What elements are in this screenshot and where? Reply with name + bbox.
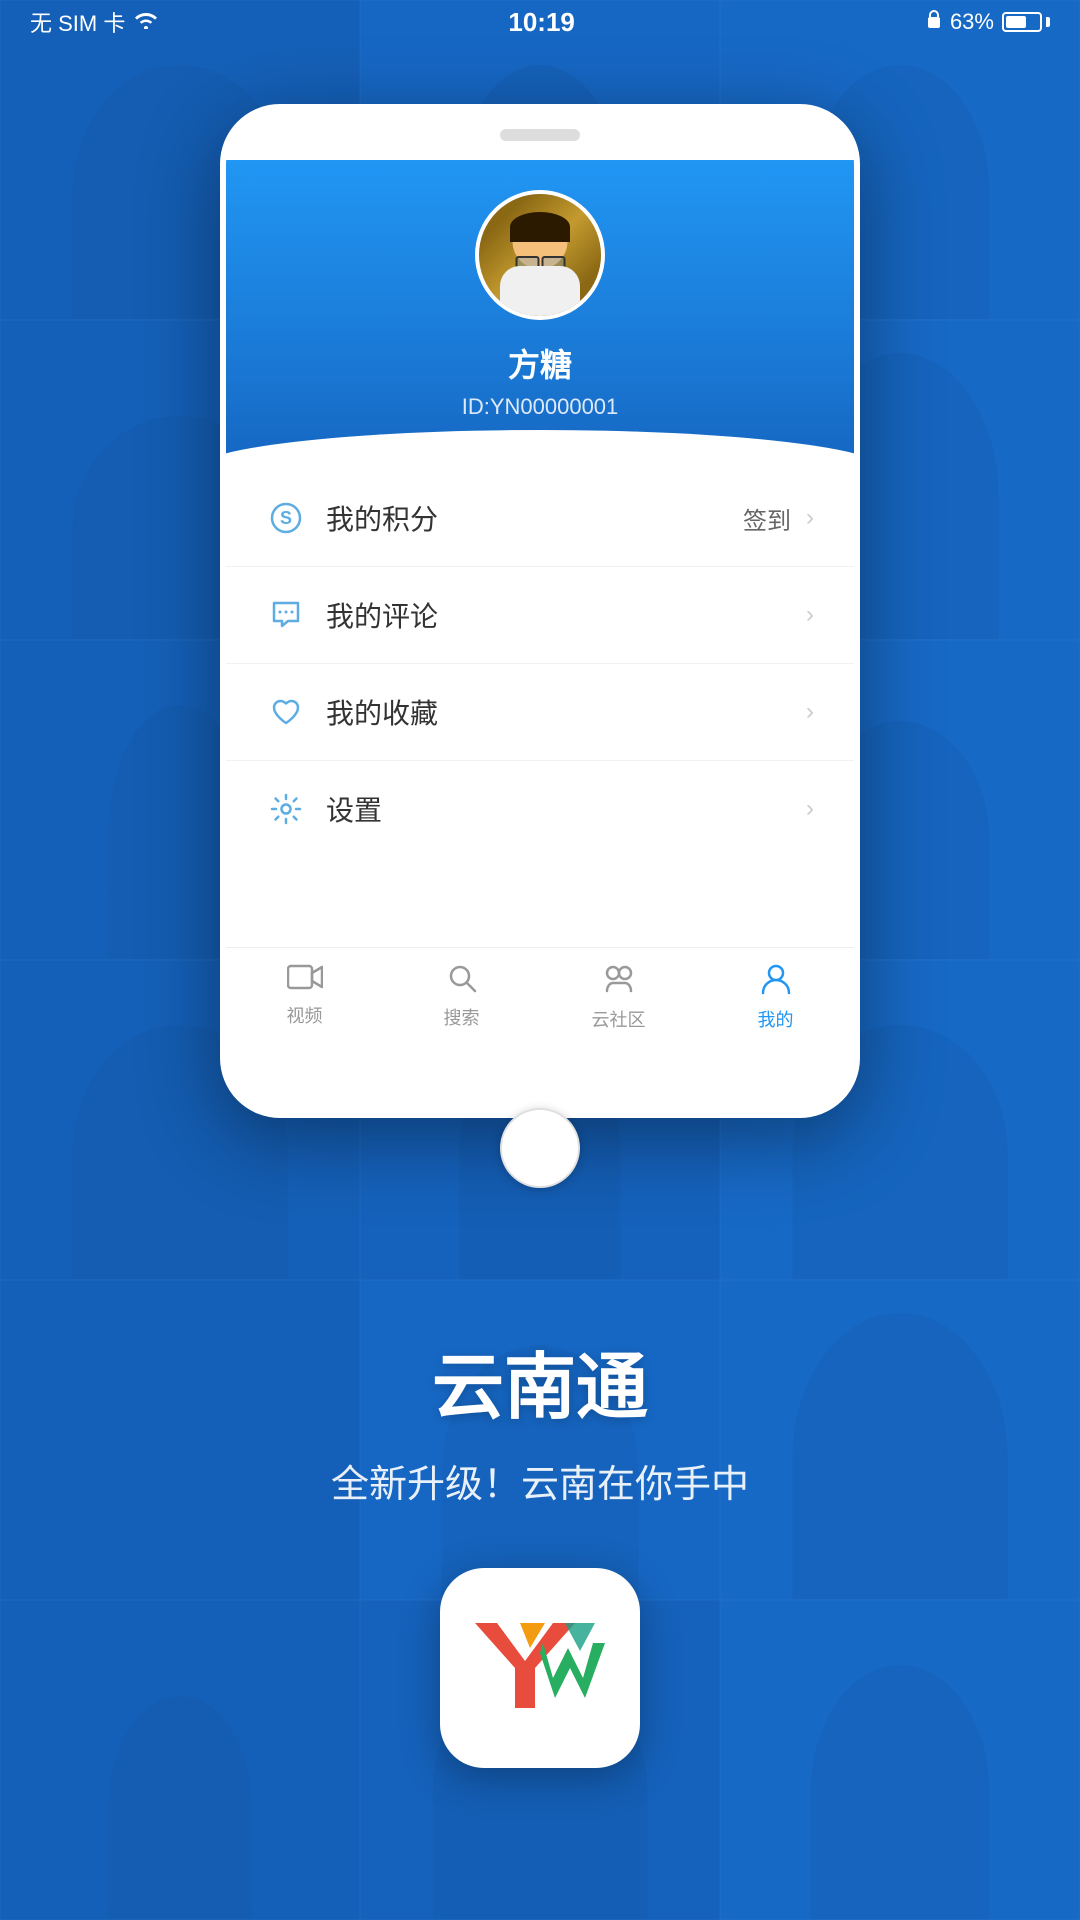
battery-percent: 63% — [950, 9, 994, 35]
comments-right: › — [806, 601, 814, 629]
community-icon — [603, 963, 635, 1000]
status-right: 63% — [926, 9, 1050, 35]
comments-label: 我的评论 — [326, 595, 806, 635]
profile-header: 方糖 ID:YN00000001 — [226, 160, 854, 470]
menu-item-settings[interactable]: 设置 › — [226, 761, 854, 857]
avatar-hair — [510, 212, 570, 242]
comments-chevron: › — [806, 601, 814, 629]
phone-bottom-bar — [226, 1052, 854, 1112]
app-icon — [440, 1568, 640, 1768]
favorites-chevron: › — [806, 698, 814, 726]
app-subtitle: 全新升级！云南在你手中 — [331, 1453, 749, 1508]
mine-label: 我的 — [758, 1006, 794, 1032]
search-label: 搜索 — [444, 1004, 480, 1030]
settings-label: 设置 — [326, 789, 806, 829]
search-icon — [447, 963, 477, 998]
svg-text:S: S — [280, 508, 292, 528]
app-title: 云南通 — [432, 1328, 648, 1433]
favorites-icon — [266, 692, 306, 732]
app-promo: 云南通 全新升级！云南在你手中 — [331, 1208, 749, 1768]
bottom-nav: 视频 搜索 云社区 — [226, 947, 854, 1052]
app-logo-svg — [465, 1613, 615, 1723]
video-label: 视频 — [287, 1002, 323, 1028]
battery-icon — [1002, 12, 1050, 32]
status-bar: 无 SIM 卡 10:19 63% — [0, 0, 1080, 44]
points-icon: S — [266, 498, 306, 538]
comments-icon — [266, 595, 306, 635]
nav-item-mine[interactable]: 我的 — [697, 963, 854, 1032]
points-chevron: › — [806, 504, 814, 532]
menu-item-favorites[interactable]: 我的收藏 › — [226, 664, 854, 761]
favorites-right: › — [806, 698, 814, 726]
main-content: 方糖 ID:YN00000001 S 我的积分 签到 › — [0, 44, 1080, 1768]
community-label: 云社区 — [592, 1006, 646, 1032]
phone-top-notch — [226, 110, 854, 160]
time-display: 10:19 — [508, 7, 575, 38]
phone-speaker — [500, 129, 580, 141]
settings-right: › — [806, 795, 814, 823]
phone-mockup: 方糖 ID:YN00000001 S 我的积分 签到 › — [220, 104, 860, 1118]
avatar-container — [475, 190, 605, 320]
favorites-label: 我的收藏 — [326, 692, 806, 732]
avatar — [479, 194, 601, 316]
lock-icon — [926, 9, 942, 35]
wifi-icon — [135, 9, 157, 35]
menu-item-points[interactable]: S 我的积分 签到 › — [226, 470, 854, 567]
nav-item-video[interactable]: 视频 — [226, 963, 383, 1032]
nav-item-community[interactable]: 云社区 — [540, 963, 697, 1032]
menu-section: S 我的积分 签到 › — [226, 470, 854, 867]
points-right: 签到 › — [743, 501, 814, 536]
menu-item-comments[interactable]: 我的评论 › — [226, 567, 854, 664]
status-left: 无 SIM 卡 — [30, 6, 157, 38]
phone-home-area — [220, 1118, 860, 1208]
points-label: 我的积分 — [326, 498, 743, 538]
settings-chevron: › — [806, 795, 814, 823]
profile-id: ID:YN00000001 — [462, 394, 619, 420]
home-button[interactable] — [500, 1108, 580, 1188]
checkin-label: 签到 — [743, 501, 791, 536]
menu-spacer — [226, 867, 854, 947]
carrier-text: 无 SIM 卡 — [30, 6, 125, 38]
avatar-body — [500, 266, 580, 316]
settings-icon — [266, 789, 306, 829]
video-icon — [287, 963, 323, 996]
profile-name: 方糖 — [508, 340, 572, 386]
mine-icon — [761, 963, 791, 1000]
nav-item-search[interactable]: 搜索 — [383, 963, 540, 1032]
